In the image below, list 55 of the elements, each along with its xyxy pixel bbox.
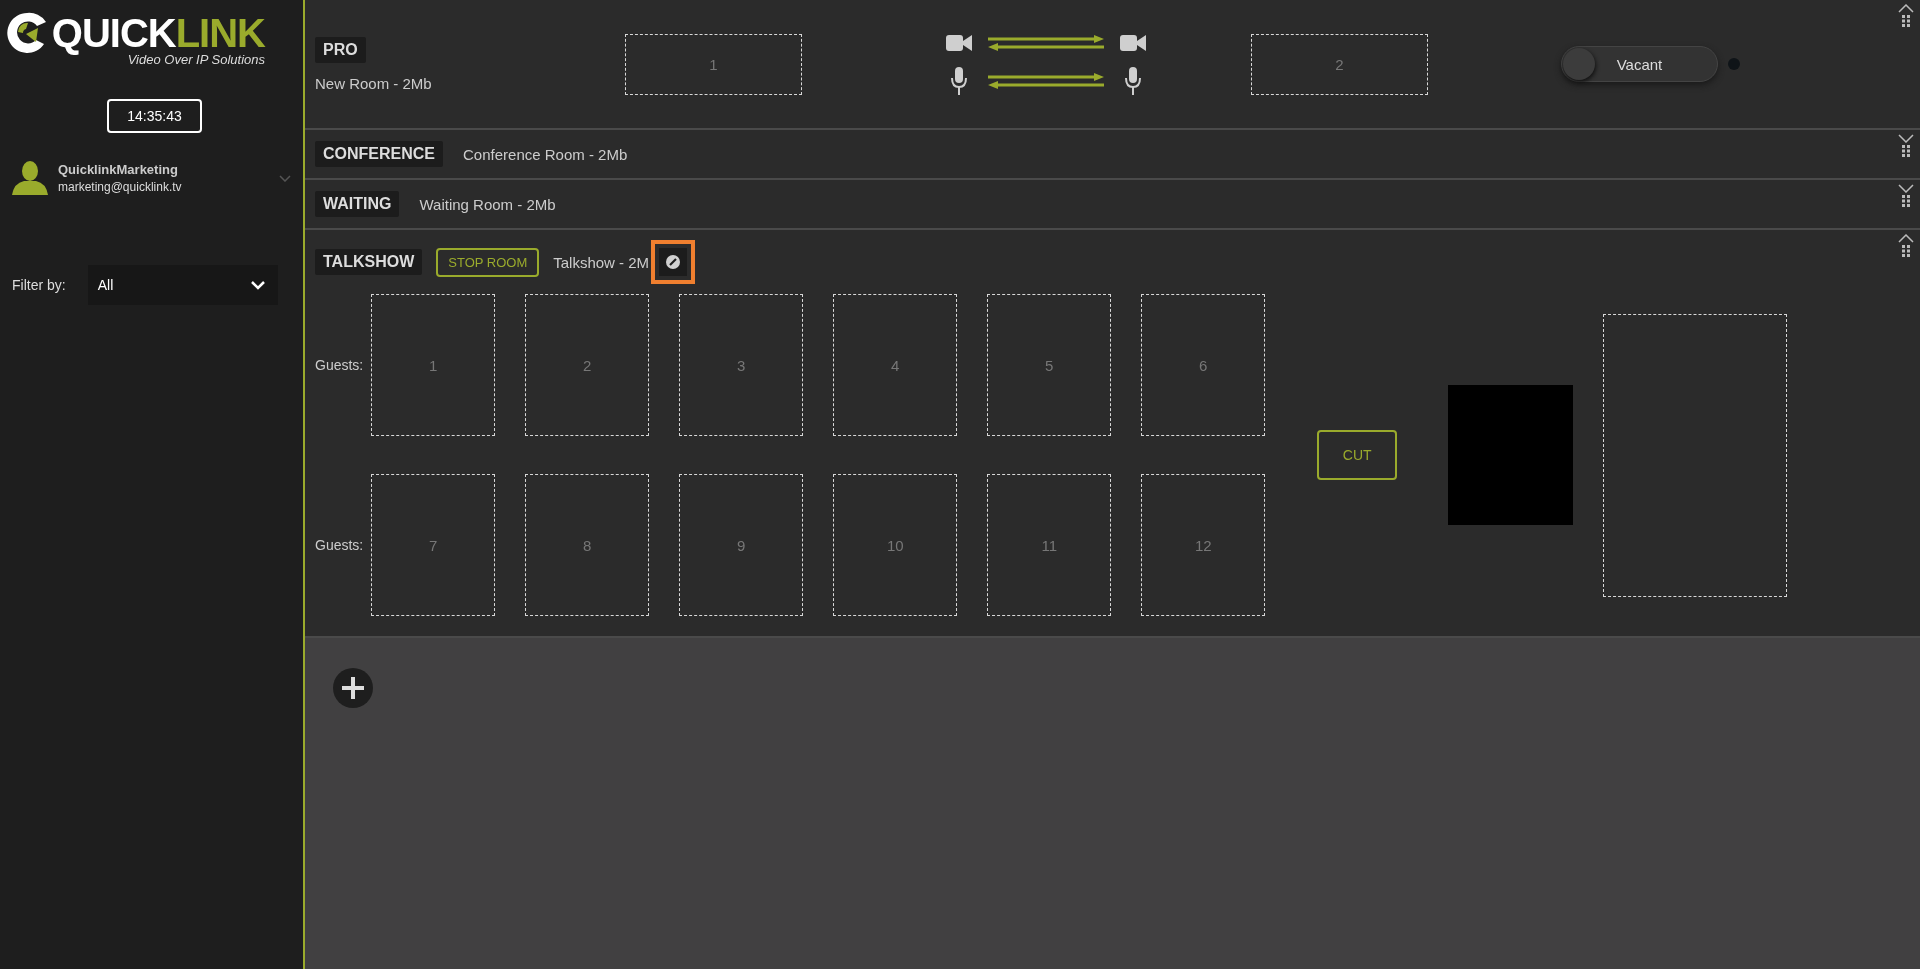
microphone-icon bbox=[1125, 67, 1141, 95]
guest-slot[interactable]: 1 bbox=[371, 294, 496, 436]
collapse-icon[interactable] bbox=[1898, 4, 1914, 13]
guests-label: Guests: bbox=[315, 357, 364, 373]
guest-slot[interactable]: 2 bbox=[525, 294, 650, 436]
room-tag: PRO bbox=[315, 36, 366, 63]
expand-icon[interactable] bbox=[1898, 134, 1914, 143]
room-name: Talkshow - 2M bbox=[553, 253, 650, 271]
video-slot[interactable]: 2 bbox=[1251, 33, 1428, 95]
camera-icon bbox=[1120, 33, 1146, 53]
expand-icon[interactable] bbox=[1898, 184, 1914, 193]
status-light bbox=[1728, 58, 1740, 70]
guest-slot[interactable]: 11 bbox=[987, 474, 1112, 616]
logo-text: QUICK bbox=[51, 10, 176, 55]
logo-text: LINK bbox=[175, 10, 265, 55]
plus-icon bbox=[342, 677, 364, 699]
room-name: Conference Room - 2Mb bbox=[463, 145, 628, 163]
drag-handle-icon[interactable] bbox=[1902, 15, 1910, 27]
double-arrow-icon bbox=[988, 73, 1104, 89]
add-button[interactable] bbox=[333, 668, 373, 708]
stop-room-button[interactable]: STOP ROOM bbox=[436, 247, 540, 277]
room-name: New Room - 2Mb bbox=[315, 74, 432, 92]
guest-slot[interactable]: 3 bbox=[679, 294, 804, 436]
room-tag: TALKSHOW bbox=[315, 249, 423, 275]
camera-icon bbox=[946, 33, 972, 53]
edit-icon[interactable] bbox=[666, 255, 681, 269]
guest-slot[interactable]: 12 bbox=[1141, 474, 1266, 616]
guest-slot[interactable]: 10 bbox=[833, 474, 958, 616]
guests-label: Guests: bbox=[315, 537, 364, 553]
chevron-down-icon bbox=[249, 280, 266, 290]
guest-slot[interactable]: 5 bbox=[987, 294, 1112, 436]
clock: 14:35:43 bbox=[107, 99, 202, 133]
status-toggle[interactable]: Vacant bbox=[1561, 46, 1718, 82]
user-name: QuicklinkMarketing bbox=[58, 162, 179, 177]
guest-slot[interactable]: 9 bbox=[679, 474, 804, 616]
double-arrow-icon bbox=[988, 35, 1104, 51]
user-icon bbox=[12, 161, 48, 195]
drag-handle-icon[interactable] bbox=[1902, 145, 1910, 157]
cut-button[interactable]: CUT bbox=[1317, 430, 1398, 480]
guest-slot[interactable]: 7 bbox=[371, 474, 496, 616]
logo-tagline: Video Over IP Solutions bbox=[127, 52, 265, 67]
guest-slot[interactable]: 8 bbox=[525, 474, 650, 616]
room-tag: WAITING bbox=[315, 191, 400, 217]
microphone-icon bbox=[951, 67, 967, 95]
collapse-icon[interactable] bbox=[1898, 234, 1914, 243]
drag-handle-icon[interactable] bbox=[1902, 195, 1910, 207]
guest-slot[interactable]: 4 bbox=[833, 294, 958, 436]
guest-slot[interactable]: 6 bbox=[1141, 294, 1266, 436]
room-name: Waiting Room - 2Mb bbox=[419, 195, 556, 213]
video-slot[interactable]: 1 bbox=[625, 33, 802, 95]
room-tag: CONFERENCE bbox=[315, 141, 443, 167]
filter-dropdown[interactable]: All bbox=[87, 265, 278, 305]
filter-label: Filter by: bbox=[12, 277, 66, 293]
drag-handle-icon[interactable] bbox=[1902, 245, 1910, 257]
user-email: marketing@quicklink.tv bbox=[58, 180, 183, 194]
